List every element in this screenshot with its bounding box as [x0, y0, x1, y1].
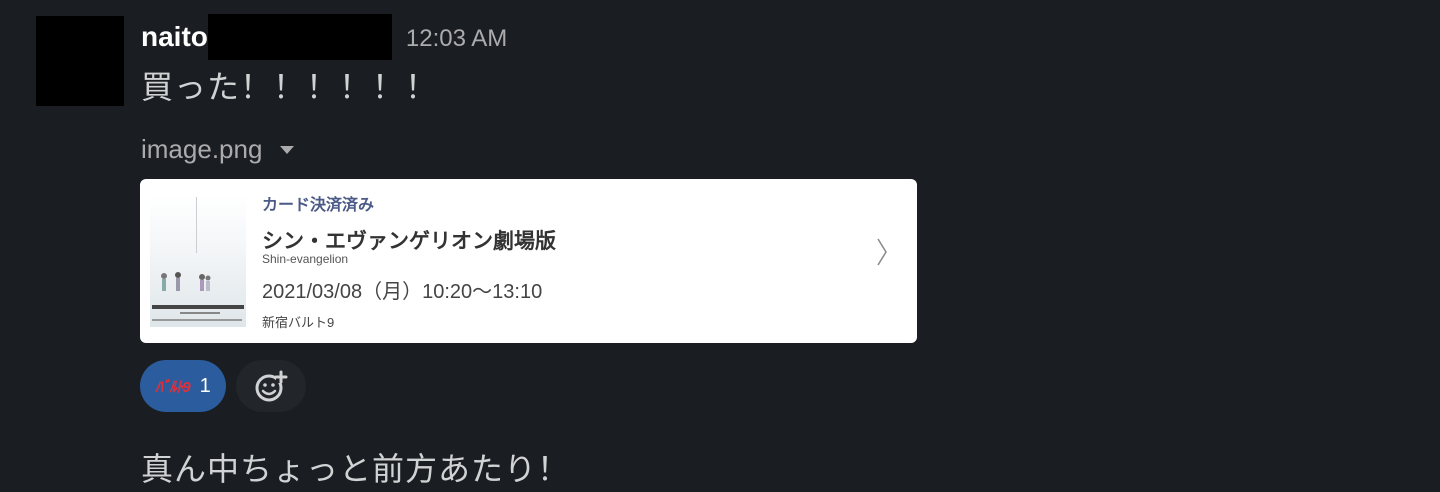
reaction-count: 1 [199, 374, 211, 397]
poster-line [196, 197, 197, 253]
author-name[interactable]: naito [141, 21, 208, 53]
message-header: naito 12:03 AM [141, 14, 507, 60]
file-name: image.png [141, 134, 263, 164]
poster-figures [161, 272, 211, 291]
add-emoji-icon [255, 370, 288, 402]
reaction-pill[interactable]: ﾊﾞﾙﾄ9 1 [140, 360, 226, 412]
message-text-followup: 真ん中ちょっと前方あたり！ [141, 451, 571, 487]
timestamp[interactable]: 12:03 AM [406, 25, 507, 53]
custom-emoji-icon: ﾊﾞﾙﾄ9 [155, 378, 190, 396]
movie-poster-thumbnail [150, 195, 246, 327]
message-text: 買った！！！！！！ [141, 69, 439, 105]
caret-down-icon[interactable] [280, 145, 295, 154]
movie-title: シン・エヴァンゲリオン劇場版 [262, 230, 556, 253]
attachment-image[interactable]: カード決済済み シン・エヴァンゲリオン劇場版 Shin-evangelion 2… [140, 179, 917, 343]
reaction-bar: ﾊﾞﾙﾄ9 1 [140, 360, 306, 412]
venue: 新宿バルト9 [262, 315, 335, 330]
avatar[interactable] [36, 16, 124, 106]
add-reaction-button[interactable] [236, 360, 306, 412]
showtime: 2021/03/08（月）10:20〜13:10 [262, 281, 543, 303]
poster-credits [152, 319, 242, 321]
payment-status: カード決済済み [262, 197, 375, 214]
file-attachment-header[interactable]: image.png [141, 134, 295, 165]
poster-subtitle [180, 312, 220, 314]
movie-title-en: Shin-evangelion [262, 252, 349, 266]
redacted-block [207, 14, 392, 60]
poster-title [152, 305, 244, 309]
message: naito 12:03 AM 買った！！！！！！ image.png カード決済… [0, 0, 1440, 492]
chevron-right-icon [877, 238, 887, 266]
